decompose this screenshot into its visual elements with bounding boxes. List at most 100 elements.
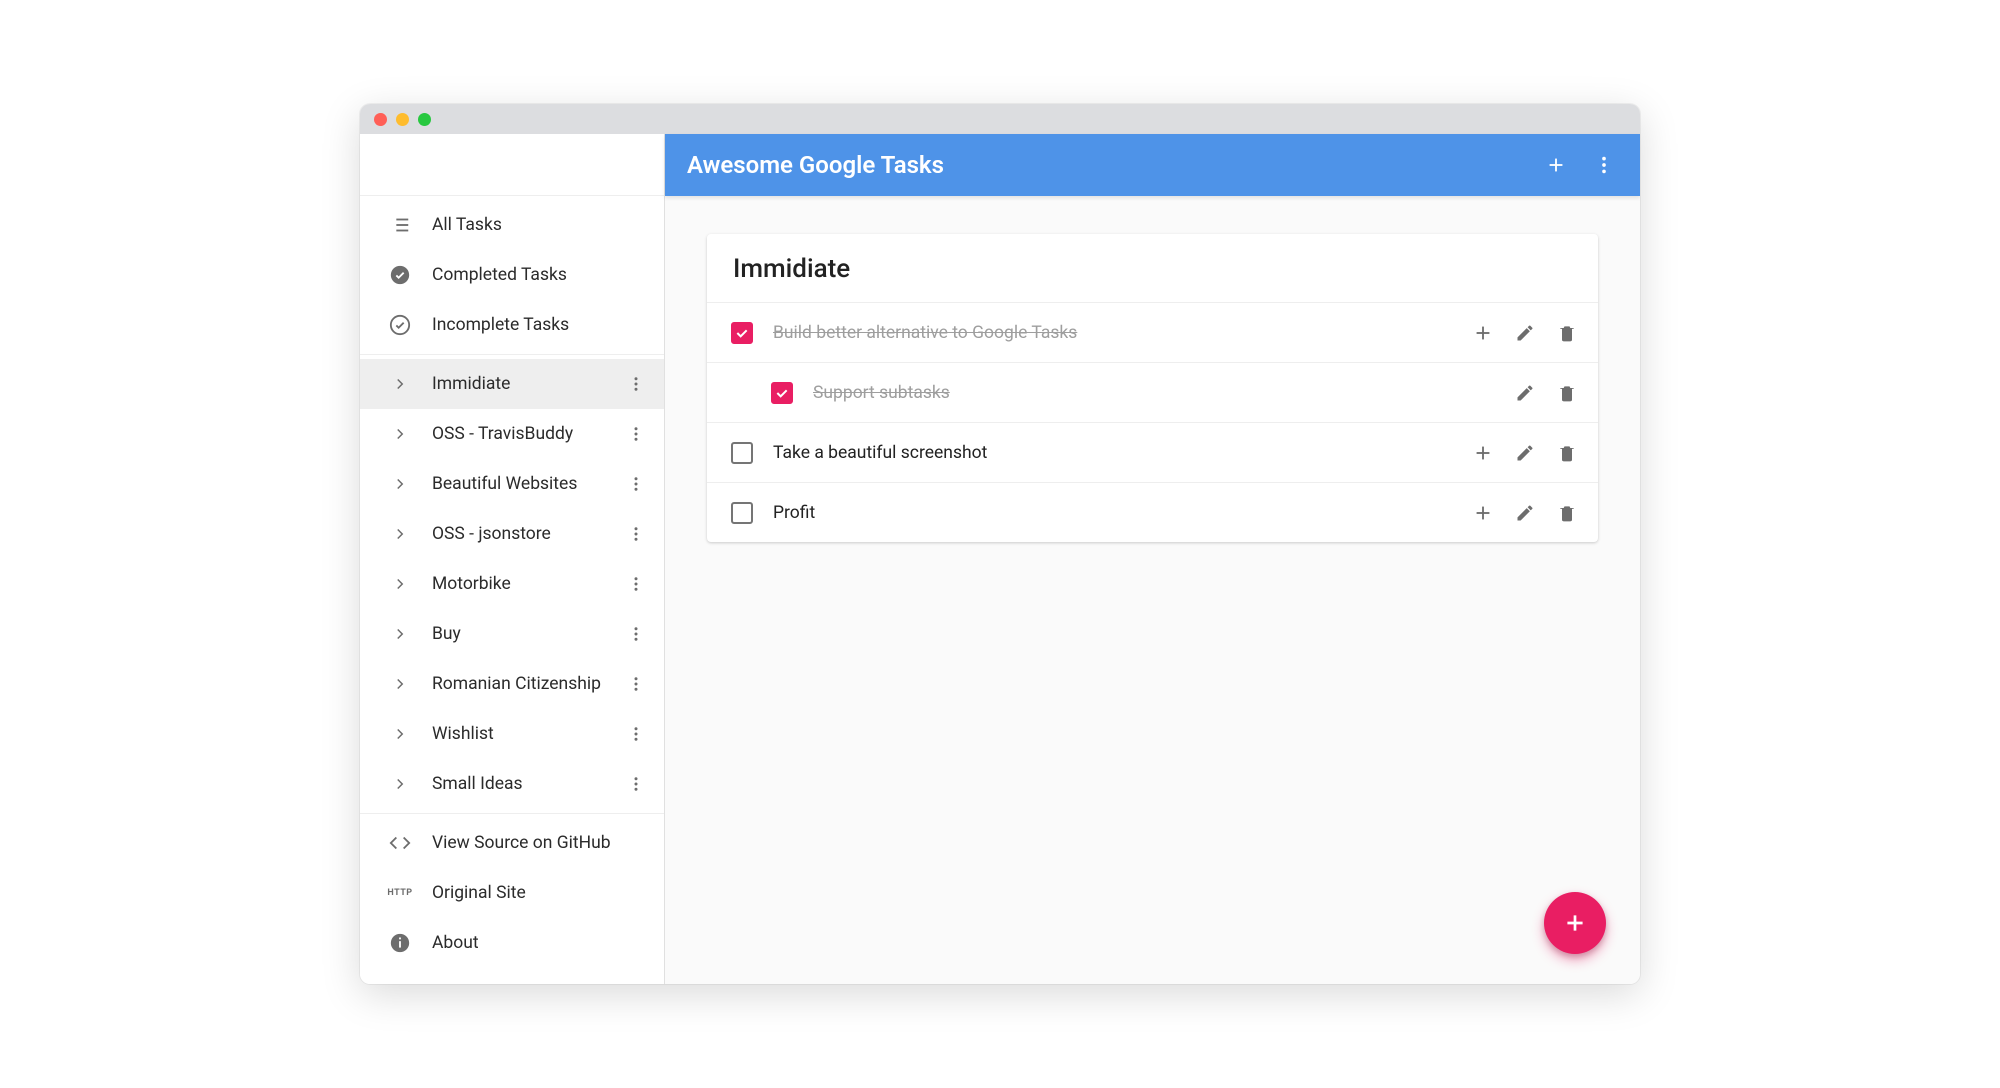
sidebar-item-label: All Tasks bbox=[432, 215, 650, 235]
sidebar-list-item[interactable]: Immidiate bbox=[360, 359, 664, 409]
task-actions bbox=[1470, 320, 1580, 346]
task-row[interactable]: Take a beautiful screenshot bbox=[707, 422, 1598, 482]
task-actions bbox=[1470, 500, 1580, 526]
sidebar-item-incomplete[interactable]: Incomplete Tasks bbox=[360, 300, 664, 350]
list-more-icon[interactable] bbox=[622, 770, 650, 798]
sidebar-item-label: OSS - TravisBuddy bbox=[432, 424, 622, 444]
content-area: Immidiate Build better alternative to Go… bbox=[665, 196, 1640, 580]
sidebar-item-label: Romanian Citizenship bbox=[432, 674, 622, 694]
list-more-icon[interactable] bbox=[622, 420, 650, 448]
task-label: Support subtasks bbox=[813, 383, 1512, 403]
task-row[interactable]: Build better alternative to Google Tasks bbox=[707, 302, 1598, 362]
window-zoom-icon[interactable] bbox=[418, 113, 431, 126]
task-label: Build better alternative to Google Tasks bbox=[773, 323, 1470, 343]
appbar-actions bbox=[1542, 151, 1618, 179]
edit-icon[interactable] bbox=[1512, 500, 1538, 526]
tasks-container: Build better alternative to Google Tasks… bbox=[707, 302, 1598, 542]
chevron-right-icon bbox=[382, 425, 418, 443]
list-more-icon[interactable] bbox=[622, 720, 650, 748]
delete-icon[interactable] bbox=[1554, 500, 1580, 526]
list-more-icon[interactable] bbox=[622, 520, 650, 548]
sidebar-item-label: Completed Tasks bbox=[432, 265, 650, 285]
task-actions bbox=[1470, 440, 1580, 466]
sidebar-item-label: View Source on GitHub bbox=[432, 833, 650, 853]
list-title: Immidiate bbox=[707, 234, 1598, 302]
delete-icon[interactable] bbox=[1554, 320, 1580, 346]
sidebar-item-label: Immidiate bbox=[432, 374, 622, 394]
delete-icon[interactable] bbox=[1554, 380, 1580, 406]
main-area: Awesome Google Tasks Immidiate Build bet… bbox=[665, 134, 1640, 984]
task-label: Profit bbox=[773, 503, 1470, 523]
edit-icon[interactable] bbox=[1512, 380, 1538, 406]
chevron-right-icon bbox=[382, 625, 418, 643]
sidebar-item-all-tasks[interactable]: All Tasks bbox=[360, 200, 664, 250]
titlebar bbox=[360, 104, 1640, 134]
add-button[interactable] bbox=[1542, 151, 1570, 179]
chevron-right-icon bbox=[382, 725, 418, 743]
task-checkbox[interactable] bbox=[771, 382, 793, 404]
task-checkbox[interactable] bbox=[731, 442, 753, 464]
sidebar-item-label: Motorbike bbox=[432, 574, 622, 594]
list-more-icon[interactable] bbox=[622, 570, 650, 598]
sidebar-item-label: Incomplete Tasks bbox=[432, 315, 650, 335]
sidebar-list-item[interactable]: Motorbike bbox=[360, 559, 664, 609]
sidebar-item-completed[interactable]: Completed Tasks bbox=[360, 250, 664, 300]
sidebar-item-about[interactable]: About bbox=[360, 918, 664, 968]
list-more-icon[interactable] bbox=[622, 370, 650, 398]
sidebar-item-label: Wishlist bbox=[432, 724, 622, 744]
add-subtask-icon[interactable] bbox=[1470, 500, 1496, 526]
task-actions bbox=[1512, 380, 1580, 406]
task-row[interactable]: Support subtasks bbox=[707, 362, 1598, 422]
task-checkbox[interactable] bbox=[731, 502, 753, 524]
sidebar-header-spacer bbox=[360, 134, 664, 196]
chevron-right-icon bbox=[382, 675, 418, 693]
http-icon: HTTP bbox=[382, 888, 418, 898]
chevron-right-icon bbox=[382, 375, 418, 393]
chevron-right-icon bbox=[382, 475, 418, 493]
add-subtask-icon[interactable] bbox=[1470, 320, 1496, 346]
sidebar-item-label: OSS - jsonstore bbox=[432, 524, 622, 544]
sidebar-list-item[interactable]: Buy bbox=[360, 609, 664, 659]
sidebar-list-item[interactable]: Romanian Citizenship bbox=[360, 659, 664, 709]
window-close-icon[interactable] bbox=[374, 113, 387, 126]
code-icon bbox=[382, 832, 418, 854]
sidebar-item-label: Original Site bbox=[432, 883, 650, 903]
sidebar-item-label: About bbox=[432, 933, 650, 953]
fab-add-task[interactable] bbox=[1544, 892, 1606, 954]
delete-icon[interactable] bbox=[1554, 440, 1580, 466]
edit-icon[interactable] bbox=[1512, 440, 1538, 466]
add-subtask-icon[interactable] bbox=[1470, 440, 1496, 466]
sidebar-item-label: Beautiful Websites bbox=[432, 474, 622, 494]
window-minimize-icon[interactable] bbox=[396, 113, 409, 126]
list-more-icon[interactable] bbox=[622, 470, 650, 498]
task-checkbox[interactable] bbox=[731, 322, 753, 344]
check-outline-icon bbox=[382, 314, 418, 336]
sidebar-list-item[interactable]: Wishlist bbox=[360, 709, 664, 759]
sidebar-item-label: Buy bbox=[432, 624, 622, 644]
sidebar-top-section: All Tasks Completed Tasks Incomplete Tas… bbox=[360, 196, 664, 355]
sidebar-list-item[interactable]: Beautiful Websites bbox=[360, 459, 664, 509]
task-label: Take a beautiful screenshot bbox=[773, 443, 1470, 463]
more-vert-icon[interactable] bbox=[1590, 151, 1618, 179]
sidebar-list-item[interactable]: OSS - TravisBuddy bbox=[360, 409, 664, 459]
chevron-right-icon bbox=[382, 525, 418, 543]
app-window: All Tasks Completed Tasks Incomplete Tas… bbox=[360, 104, 1640, 984]
sidebar-list-item[interactable]: Small Ideas bbox=[360, 759, 664, 809]
app-title: Awesome Google Tasks bbox=[687, 151, 944, 179]
edit-icon[interactable] bbox=[1512, 320, 1538, 346]
sidebar-list-item[interactable]: OSS - jsonstore bbox=[360, 509, 664, 559]
check-filled-icon bbox=[382, 264, 418, 286]
list-icon bbox=[382, 214, 418, 236]
appbar: Awesome Google Tasks bbox=[665, 134, 1640, 196]
app-body: All Tasks Completed Tasks Incomplete Tas… bbox=[360, 134, 1640, 984]
list-more-icon[interactable] bbox=[622, 620, 650, 648]
chevron-right-icon bbox=[382, 775, 418, 793]
task-row[interactable]: Profit bbox=[707, 482, 1598, 542]
sidebar-item-original-site[interactable]: HTTP Original Site bbox=[360, 868, 664, 918]
sidebar-bottom-section: View Source on GitHub HTTP Original Site… bbox=[360, 814, 664, 972]
info-icon bbox=[382, 932, 418, 954]
chevron-right-icon bbox=[382, 575, 418, 593]
task-list-card: Immidiate Build better alternative to Go… bbox=[707, 234, 1598, 542]
list-more-icon[interactable] bbox=[622, 670, 650, 698]
sidebar-item-github[interactable]: View Source on GitHub bbox=[360, 818, 664, 868]
